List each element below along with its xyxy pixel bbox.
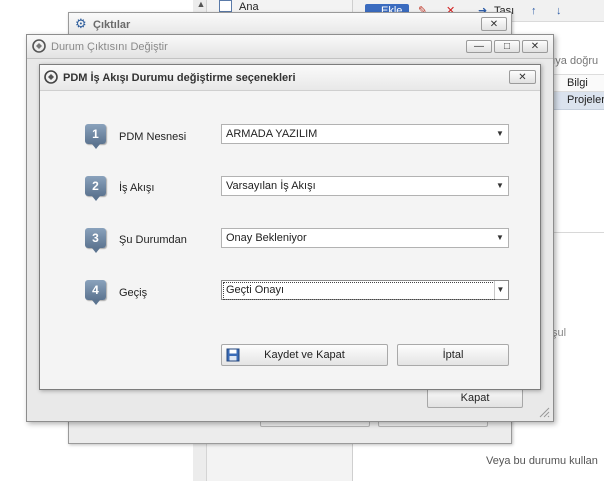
save-icon	[226, 348, 240, 362]
chevron-down-icon[interactable]: ▼	[494, 281, 506, 299]
pdm-object-value: ARMADA YAZILIM	[226, 128, 318, 140]
arrow-up-icon[interactable]: ↑	[531, 4, 543, 18]
chevron-down-icon[interactable]: ▼	[494, 229, 506, 247]
arrow-down-icon[interactable]: ↓	[556, 4, 568, 18]
status-window-title: Durum Çıktısını Değiştir	[51, 41, 168, 53]
dialog-title: PDM İş Akışı Durumu değiştirme seçenekle…	[63, 72, 296, 84]
chevron-down-icon[interactable]: ▼	[494, 125, 506, 143]
dialog-close-button[interactable]: ✕	[509, 70, 536, 84]
from-state-value: Onay Bekleniyor	[226, 232, 307, 244]
alternative-state-label: Veya bu durumu kullan	[486, 455, 598, 467]
step-badge: 4	[85, 280, 106, 305]
step-label-workflow: İş Akışı	[119, 182, 155, 194]
resize-grip-icon[interactable]	[538, 406, 550, 418]
minimize-button[interactable]: —	[466, 40, 492, 53]
side-label: şul	[552, 327, 567, 339]
table-header-label: Bilgi	[567, 77, 588, 89]
status-close-button[interactable]: ✕	[522, 40, 548, 53]
maximize-button[interactable]: □	[494, 40, 520, 53]
workflow-icon	[32, 39, 46, 53]
step-badge: 3	[85, 228, 106, 253]
chevron-down-icon[interactable]: ▼	[494, 177, 506, 195]
step-label-from-state: Şu Durumdan	[119, 234, 187, 246]
step-badge: 2	[85, 176, 106, 201]
save-and-close-button[interactable]: Kaydet ve Kapat	[221, 344, 388, 366]
close-button[interactable]: Kapat	[427, 387, 523, 408]
step-badge: 1	[85, 124, 106, 149]
step-label-transition: Geçiş	[119, 287, 148, 299]
workflow-options-dialog	[39, 64, 541, 390]
step-label-pdm-object: PDM Nesnesi	[119, 131, 187, 143]
focus-outline	[223, 282, 495, 300]
outputs-close-button[interactable]: ✕	[481, 17, 507, 31]
cancel-button[interactable]: İptal	[397, 344, 509, 366]
gear-icon: ⚙	[75, 16, 87, 31]
table-icon	[219, 0, 232, 12]
workflow-select[interactable]: Varsayılan İş Akışı ▼	[221, 176, 509, 196]
outputs-window-title: Çıktılar	[93, 19, 131, 31]
transition-select[interactable]: Geçti Onayı ▼	[221, 280, 509, 300]
workflow-icon	[44, 70, 58, 84]
scroll-up-icon[interactable]: ▲	[196, 0, 206, 9]
from-state-select[interactable]: Onay Bekleniyor ▼	[221, 228, 509, 248]
pdm-object-select[interactable]: ARMADA YAZILIM ▼	[221, 124, 509, 144]
table-row-label: Projeler	[567, 94, 604, 106]
workflow-value: Varsayılan İş Akışı	[226, 180, 316, 192]
